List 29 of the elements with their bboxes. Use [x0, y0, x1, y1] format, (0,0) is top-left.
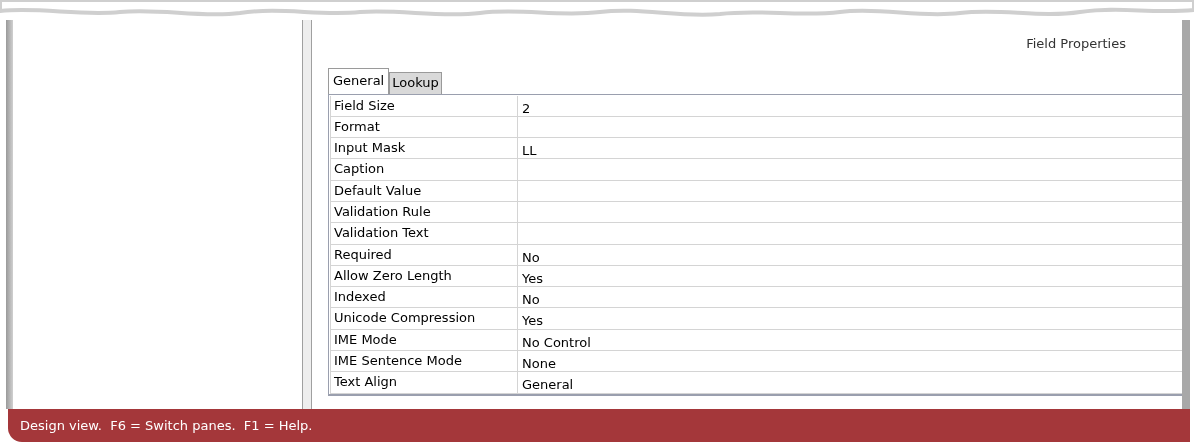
- property-name: Required: [331, 244, 518, 265]
- property-name: Validation Rule: [331, 202, 518, 223]
- property-name: IME Mode: [331, 329, 518, 351]
- property-value[interactable]: General: [518, 377, 574, 393]
- property-value[interactable]: Yes: [518, 270, 543, 286]
- property-value[interactable]: No: [518, 249, 540, 265]
- property-name: IME Sentence Mode: [331, 351, 518, 372]
- property-value[interactable]: No Control: [518, 334, 591, 350]
- property-name: Caption: [331, 159, 518, 180]
- property-name: Default Value: [331, 180, 518, 201]
- property-name: Indexed: [331, 287, 518, 308]
- property-value[interactable]: 2: [518, 100, 531, 116]
- property-name: Validation Text: [331, 223, 518, 244]
- pane-title: Field Properties: [1026, 35, 1126, 53]
- property-value[interactable]: Yes: [518, 313, 543, 329]
- status-text: Design view. F6 = Switch panes. F1 = Help.: [20, 416, 313, 435]
- property-name: Input Mask: [331, 138, 518, 159]
- splitter[interactable]: [303, 20, 312, 409]
- property-name: Allow Zero Length: [331, 265, 518, 287]
- property-name: Text Align: [331, 372, 518, 393]
- property-name: Format: [331, 116, 518, 138]
- tab[interactable]: General: [328, 67, 390, 94]
- property-value[interactable]: LL: [518, 143, 537, 159]
- property-value[interactable]: No: [518, 292, 540, 308]
- property-value[interactable]: None: [518, 356, 556, 372]
- property-name: Unicode Compression: [331, 308, 518, 329]
- scrollbar[interactable]: [1182, 20, 1190, 409]
- property-name: Field Size: [331, 95, 518, 116]
- tab[interactable]: Lookup: [389, 71, 442, 94]
